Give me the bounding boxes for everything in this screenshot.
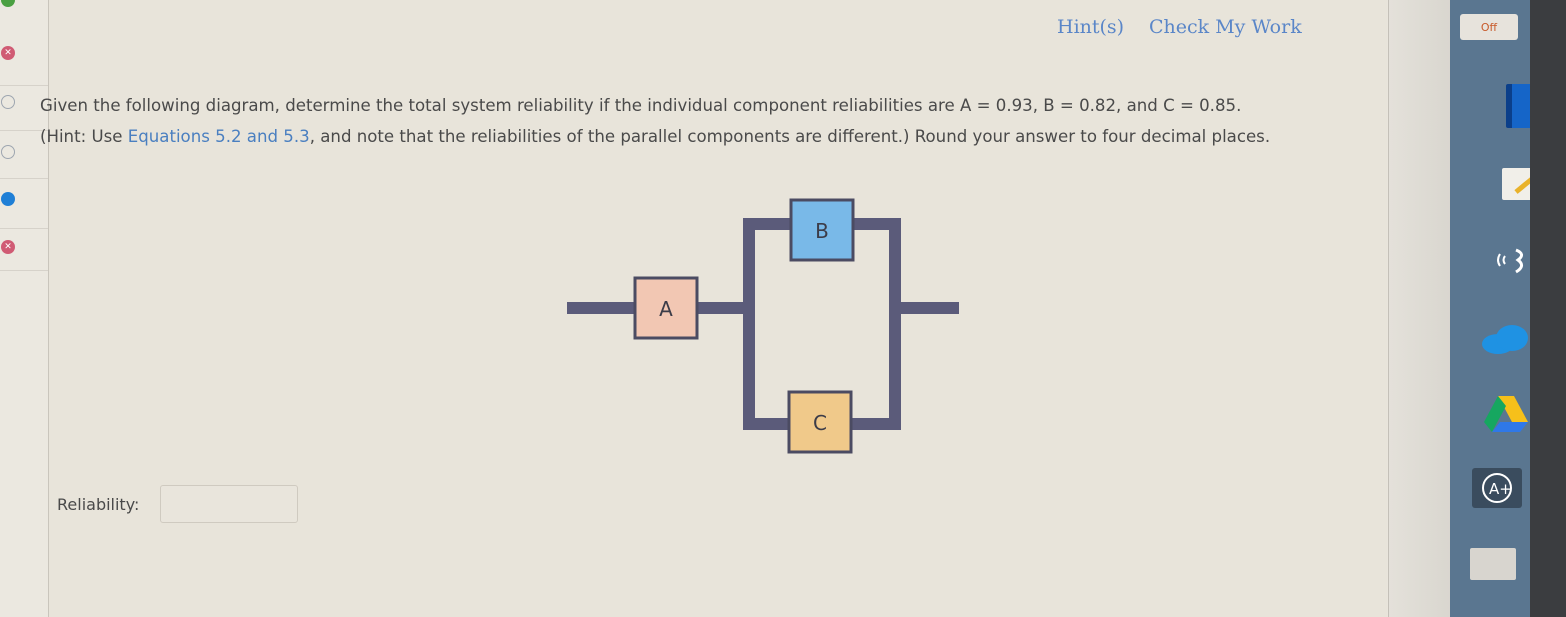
hints-link[interactable]: Hint(s) — [1057, 16, 1124, 38]
cloud-icon — [1482, 325, 1528, 354]
office-badge-label: Off — [1480, 20, 1498, 34]
onedrive-icon[interactable] — [1480, 320, 1532, 356]
reliability-diagram: A B C — [495, 158, 975, 468]
screen-bezel — [1388, 0, 1451, 617]
office-badge-icon[interactable]: Off — [1460, 14, 1518, 40]
component-a: A — [633, 276, 699, 340]
reliability-label: Reliability: — [57, 495, 140, 514]
component-label: A — [659, 297, 673, 321]
rail-divider — [0, 85, 48, 86]
question-line-2: (Hint: Use Equations 5.2 and 5.3, and no… — [40, 121, 1420, 152]
component-b: B — [789, 198, 855, 262]
question-text: Given the following diagram, determine t… — [40, 90, 1420, 152]
reliability-input[interactable] — [160, 485, 298, 523]
speech-icon — [1497, 248, 1523, 274]
rail-divider — [0, 228, 48, 229]
component-label: B — [815, 219, 829, 243]
question-toolbar: Hint(s) Check My Work — [1057, 14, 1387, 44]
check-my-work-link[interactable]: Check My Work — [1149, 16, 1302, 38]
read-aloud-icon[interactable] — [1492, 240, 1532, 280]
incorrect-icon[interactable]: ✕ — [1, 46, 15, 60]
question-line-1: Given the following diagram, determine t… — [40, 96, 1242, 115]
question-panel: Hint(s) Check My Work Given the followin… — [40, 0, 1387, 617]
unanswered-icon[interactable] — [1, 145, 15, 159]
svg-text:A+: A+ — [1489, 480, 1512, 498]
a-plus-icon: A+ — [1482, 473, 1512, 503]
current-question-icon[interactable] — [1, 192, 15, 206]
block-diagram-svg: A B C — [567, 198, 959, 454]
screen-edge — [1530, 0, 1566, 617]
component-label: C — [813, 411, 827, 435]
equations-link[interactable]: Equations 5.2 and 5.3 — [128, 127, 310, 146]
rail-divider — [0, 178, 48, 179]
google-drive-icon[interactable] — [1482, 392, 1530, 434]
incorrect-icon[interactable]: ✕ — [1, 240, 15, 254]
diagram-wires — [567, 218, 959, 430]
hint-prefix: (Hint: Use — [40, 127, 128, 146]
window-preview-icon[interactable] — [1470, 548, 1516, 580]
hint-suffix: , and note that the reliabilities of the… — [309, 127, 1271, 146]
grade-app-icon[interactable]: A+ — [1472, 468, 1522, 508]
drive-triangle-icon — [1484, 396, 1528, 432]
rail-divider — [0, 270, 48, 271]
component-c: C — [787, 390, 853, 454]
unanswered-icon[interactable] — [1, 95, 15, 109]
check-icon[interactable] — [1, 0, 15, 7]
taskbar: Off A+ — [1450, 0, 1550, 617]
